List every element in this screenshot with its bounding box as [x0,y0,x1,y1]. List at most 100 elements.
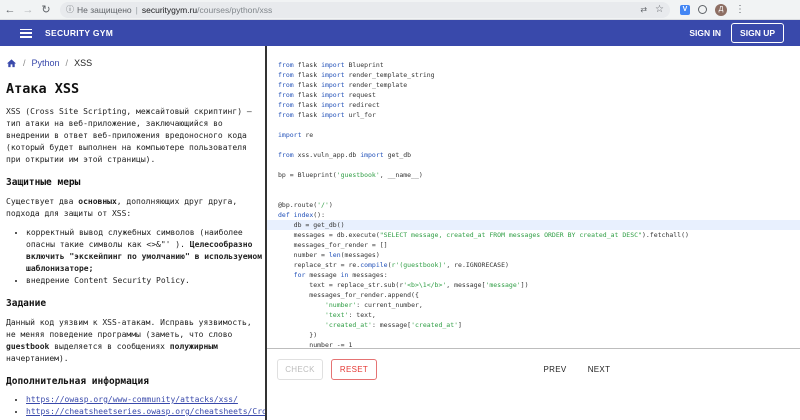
code-token: (): [313,211,325,219]
text-span: выделяется в сообщениях [49,342,170,351]
code-token: flask [293,81,322,89]
code-token: re [301,131,314,139]
code-token: "SELECT message, created_at FROM message… [379,231,642,239]
code-token: import [321,81,345,89]
code-line[interactable]: 'text': text, [278,310,800,320]
reload-icon[interactable]: ↻ [38,2,54,18]
code-token: index [293,211,314,219]
code-token: messages: [348,271,388,279]
sign-up-button[interactable]: SIGN UP [731,23,784,43]
code-line[interactable] [278,190,800,200]
code-line[interactable]: messages = db.execute("SELECT message, c… [278,230,800,240]
sign-in-button[interactable]: SIGN IN [689,28,721,38]
code-token: 'number' [324,301,357,309]
code-token: request [344,91,376,99]
code-token: }) [278,331,318,339]
code-token: render_template [344,81,408,89]
code-line[interactable]: messages_for_render = [] [278,240,800,250]
browser-menu-icon[interactable]: ⋮ [735,4,745,15]
back-icon[interactable]: ← [2,2,18,18]
link-list: https://owasp.org/www-community/attacks/… [6,394,265,418]
code-line[interactable] [278,160,800,170]
code-token: import [321,91,345,99]
code-line[interactable]: from flask import render_template [278,80,800,90]
code-token: ] [458,321,462,329]
app-header: SECURITY GYM SIGN IN SIGN UP [0,20,800,46]
code-token: ]) [520,281,529,289]
code-token: : text, [348,311,376,319]
code-token: db = get_db() [278,221,345,229]
code-token: 'created_at' [324,321,372,329]
code-line[interactable]: 'created_at': message['created_at'] [278,320,800,330]
breadcrumb: / Python / XSS [6,56,265,70]
code-line[interactable]: 'number': current_number, [278,300,800,310]
owasp-link[interactable]: https://owasp.org/www-community/attacks/… [26,395,238,404]
code-editor[interactable]: from flask import Blueprint from flask im… [267,46,800,348]
extension-circle-icon[interactable] [698,5,707,14]
reset-button[interactable]: RESET [331,359,377,380]
code-line[interactable]: db = get_db() [267,220,800,230]
code-token: import [321,111,345,119]
extension-icon[interactable]: V [680,4,690,15]
code-line[interactable]: bp = Blueprint('guestbook', __name__) [278,170,800,180]
cheatsheet-link[interactable]: https://cheatsheetseries.owasp.org/cheat… [26,407,265,416]
translate-icon[interactable]: ⇄ [640,5,647,14]
code-token: import [321,101,345,109]
code-line[interactable]: messages_for_render.append({ [278,290,800,300]
code-line[interactable]: number = len(messages) [278,250,800,260]
code-line[interactable]: replace_str = re.compile(r'(guestbook)',… [278,260,800,270]
code-token: Blueprint [344,61,384,69]
code-token: import [321,71,345,79]
code-token: messages = db.execute( [278,231,380,239]
code-line[interactable]: from flask import url_for [278,110,800,120]
code-line[interactable]: number -= 1 [278,340,800,348]
code-line[interactable]: from flask import request [278,90,800,100]
code-line[interactable]: for message in messages: [278,270,800,280]
code-token: flask [293,71,322,79]
next-button[interactable]: NEXT [579,359,619,380]
profile-avatar[interactable]: Д [715,3,727,16]
code-line[interactable]: @bp.route('/') [278,200,800,210]
code-token: from [278,111,294,119]
code-token: 'text' [324,311,349,319]
code-token: from [278,71,294,79]
code-token: render_template_string [344,71,435,79]
code-token: flask [293,61,322,69]
code-token: 'created_at' [411,321,459,329]
code-line[interactable]: }) [278,330,800,340]
breadcrumb-python[interactable]: Python [32,58,60,68]
code-token: bp = Blueprint( [278,171,337,179]
code-line[interactable] [278,140,800,150]
home-icon[interactable] [6,58,17,69]
defense-list: корректный вывод служебных символов (наи… [6,227,265,287]
code-token: ) [328,201,333,209]
code-line[interactable]: from flask import render_template_string [278,70,800,80]
code-line[interactable] [278,180,800,190]
code-line[interactable]: from flask import redirect [278,100,800,110]
code-token: from [278,101,294,109]
brand-title[interactable]: SECURITY GYM [45,28,113,38]
code-line[interactable]: text = replace_str.sub(r'<b>\1</b>', mes… [278,280,800,290]
code-token: from [278,151,294,159]
prev-button[interactable]: PREV [535,359,575,380]
code-token: import [321,61,345,69]
code-token: xss.vuln_app.db [293,151,361,159]
code-token: flask [293,101,322,109]
check-button[interactable]: CHECK [277,359,323,380]
code-line[interactable]: import re [278,130,800,140]
bookmark-star-icon[interactable]: ☆ [655,4,664,15]
info-icon: ⓘ [66,5,74,14]
lesson-panel: / Python / XSS Атака XSS XSS (Cross Site… [0,46,265,420]
menu-icon[interactable] [20,28,32,38]
address-bar[interactable]: ⓘ Не защищено | securitygym.ru /courses/… [60,1,670,18]
code-line[interactable]: from flask import Blueprint [278,60,800,70]
code-token: get_db [383,151,412,159]
code-line[interactable] [278,120,800,130]
code-line[interactable]: def index(): [278,210,800,220]
forward-icon[interactable]: → [20,2,36,18]
breadcrumb-separator: / [65,58,69,68]
code-token: def [278,211,290,219]
code-line[interactable]: from xss.vuln_app.db import get_db [278,150,800,160]
